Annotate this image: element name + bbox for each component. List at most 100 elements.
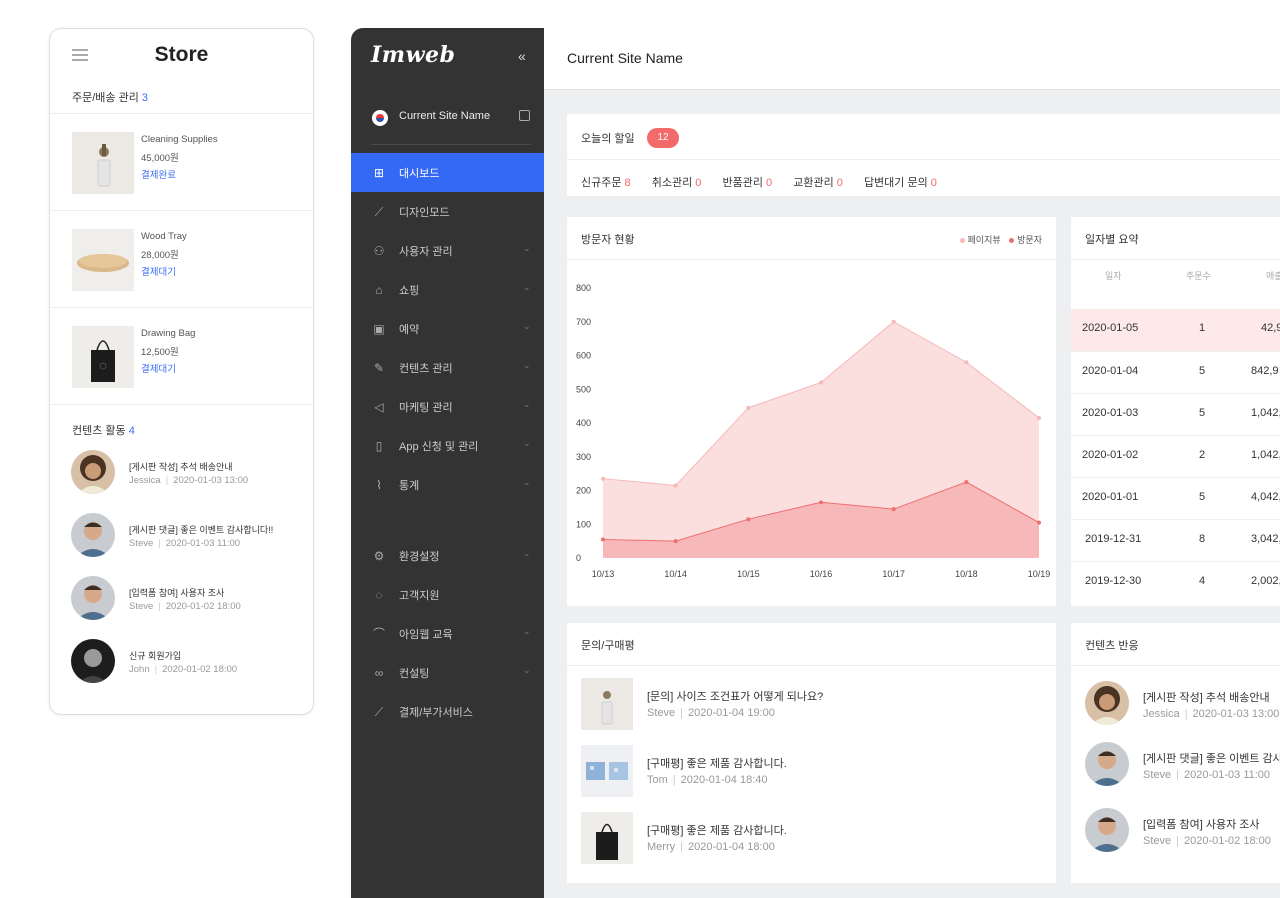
- content-meta: Jessica | 2020-01-03 13:00: [1143, 708, 1279, 720]
- table-row[interactable]: 2019-12-30 4 2,002,: [1071, 561, 1280, 603]
- separator: |: [680, 841, 683, 853]
- activity-item[interactable]: [게시판 댓글] 좋은 이벤트 감사합니다!! Steve | 2020-01-03…: [50, 513, 313, 576]
- inquiry-item[interactable]: [구매평] 좋은 제품 감사합니다. Tom | 2020-01-04 18:40: [581, 745, 1041, 797]
- product-name: Drawing Bag: [141, 328, 196, 339]
- sidebar-item-label: 아임웹 교육: [399, 629, 453, 641]
- stat-pending-inquiries[interactable]: 답변대기 문의 0: [864, 177, 937, 189]
- data-point: [891, 319, 896, 324]
- sidebar-item-settings[interactable]: ⚙ 환경설정 ⌄: [351, 536, 544, 575]
- sidebar-item-education[interactable]: ⌒ 아임웹 교육 ⌄: [351, 614, 544, 653]
- activity-item[interactable]: 신규 회원가입 John | 2020-01-02 18:00: [50, 639, 313, 702]
- table-row[interactable]: 2020-01-03 5 1,042,: [1071, 393, 1280, 435]
- activity-item[interactable]: [입력폼 참여] 사용자 조사 Steve | 2020-01-02 18:00: [50, 576, 313, 639]
- sidebar-item-reservation[interactable]: ▣ 예약 ⌄: [351, 309, 544, 348]
- stat-new-orders[interactable]: 신규주문 8: [581, 177, 631, 189]
- column-header-date: 일자: [1105, 271, 1122, 281]
- mobile-title: Store: [154, 43, 209, 66]
- content-item[interactable]: [입력폼 참여] 사용자 조사 Steve | 2020-01-02 18:00: [1085, 808, 1280, 854]
- content-meta: Steve | 2020-01-02 18:00: [1143, 835, 1271, 847]
- sidebar-item-design-mode[interactable]: ⟋ 디자인모드: [351, 192, 544, 231]
- divider: [567, 159, 1280, 160]
- separator: |: [158, 601, 161, 612]
- data-point: [601, 537, 605, 542]
- sidebar-item-users[interactable]: ⚇ 사용자 관리 ⌄: [351, 231, 544, 270]
- gear-icon: ⚙: [373, 549, 385, 563]
- sidebar-item-content[interactable]: ✎ 컨텐츠 관리 ⌄: [351, 348, 544, 387]
- sidebar-divider: [371, 144, 531, 145]
- sidebar-item-shopping[interactable]: ⌂ 쇼핑 ⌄: [351, 270, 544, 309]
- rocket-icon: ⟋: [374, 705, 384, 719]
- table-row[interactable]: 2020-01-01 5 4,042,: [1071, 477, 1280, 519]
- chevron-down-icon: ⌄: [523, 360, 531, 370]
- product-item[interactable]: Cleaning Supplies 45,000원 결제완료: [50, 113, 313, 210]
- stat-label: 신규주문: [581, 177, 622, 189]
- data-point: [746, 405, 751, 410]
- inquiry-user: Merry: [647, 841, 676, 853]
- activity-text: [입력폼 참여] 사용자 조사: [129, 588, 225, 598]
- inquiry-user: Steve: [647, 707, 676, 719]
- stat-cancellations[interactable]: 취소관리 0: [652, 177, 702, 189]
- activity-item[interactable]: [게시판 작성] 추석 배송안내 Jessica | 2020-01-03 13:0…: [50, 450, 313, 513]
- calendar-icon: ▣: [373, 322, 385, 336]
- data-point: [673, 539, 678, 544]
- imweb-logo[interactable]: Imweb: [371, 42, 455, 68]
- divider: [567, 259, 1056, 260]
- stat-returns[interactable]: 반품관리 0: [722, 177, 772, 189]
- cell-sales: 1,042,: [1251, 407, 1280, 419]
- y-tick-label: 100: [576, 519, 591, 529]
- content-item[interactable]: [게시판 댓글] 좋은 이벤트 감사합니다!! Steve | 2020-01-03…: [1085, 742, 1280, 788]
- top-bar: Current Site Name: [544, 28, 1280, 90]
- y-tick-label: 300: [576, 452, 591, 462]
- stat-value: 8: [624, 177, 631, 189]
- inquiry-item[interactable]: [구매평] 좋은 제품 감사합니다. Merry | 2020-01-04 18:0…: [581, 812, 1041, 864]
- stat-value: 0: [930, 177, 937, 189]
- avatar: [71, 450, 115, 494]
- sidebar-item-label: 환경설정: [399, 551, 440, 563]
- product-status: 결제완료: [141, 170, 176, 181]
- content-text: [게시판 댓글] 좋은 이벤트 감사합니다!!: [1143, 753, 1280, 765]
- mobile-phone-icon: ▯: [375, 439, 383, 453]
- activity-time: 2020-01-02 18:00: [162, 664, 238, 675]
- x-tick-label: 10/19: [1028, 569, 1051, 579]
- sidebar-item-marketing[interactable]: ◁ 마케팅 관리 ⌄: [351, 387, 544, 426]
- collapse-sidebar-icon[interactable]: «: [518, 48, 526, 64]
- user-icon: ⚇: [373, 244, 385, 258]
- sidebar-item-consulting[interactable]: ∞ 컨설팅 ⌄: [351, 653, 544, 692]
- content-item[interactable]: [게시판 작성] 추석 배송안내 Jessica | 2020-01-03 13:0…: [1085, 681, 1280, 727]
- product-item[interactable]: Wood Tray 28,000원 결제대기: [50, 210, 313, 307]
- table-row[interactable]: 2020-01-05 1 42,9: [1071, 309, 1280, 351]
- activity-meta: John | 2020-01-02 18:00: [129, 664, 237, 675]
- avatar: [1085, 742, 1129, 786]
- activity-text: [게시판 작성] 추석 배송안내: [129, 462, 233, 472]
- table-row[interactable]: 2020-01-02 2 1,042,: [1071, 435, 1280, 477]
- site-selector[interactable]: Current Site Name: [351, 90, 544, 144]
- column-header-orders: 주문수: [1186, 271, 1211, 281]
- orders-section-title[interactable]: 주문/배송 관리 3: [50, 79, 313, 113]
- legend-dot-pageview: [959, 237, 965, 243]
- sidebar-item-billing[interactable]: ⟋ 결제/부가서비스: [351, 692, 544, 731]
- sidebar-item-support[interactable]: ◌ 고객지원: [351, 575, 544, 614]
- data-point: [1037, 520, 1041, 525]
- table-row[interactable]: 2019-12-31 8 3,042,: [1071, 519, 1280, 561]
- legend-label-visitor: 방문자: [1017, 235, 1042, 245]
- activity-section-title[interactable]: 컨텐츠 활동 4: [50, 404, 313, 450]
- content-time: 2020-01-03 13:00: [1192, 708, 1280, 720]
- chevron-down-icon: ⌄: [523, 477, 531, 487]
- orders-label: 주문/배송 관리: [72, 92, 139, 104]
- external-link-icon[interactable]: [519, 110, 530, 121]
- stat-exchanges[interactable]: 교환관리 0: [793, 177, 843, 189]
- x-tick-label: 10/13: [592, 569, 615, 579]
- admin-dashboard-window: Imweb « Current Site Name ⊞ 대시보드 ⟋ 디자인모드…: [351, 28, 1280, 898]
- sidebar-item-label: 디자인모드: [399, 207, 450, 219]
- chevron-down-icon: ⌄: [523, 626, 531, 636]
- cell-sales: 3,042,: [1251, 533, 1280, 545]
- product-item[interactable]: Drawing Bag 12,500원 결제대기: [50, 307, 313, 404]
- sidebar-item-statistics[interactable]: ⌇ 통계 ⌄: [351, 465, 544, 504]
- inquiry-item[interactable]: [문의] 사이즈 조건표가 어떻게 되나요? Steve | 2020-01-04 …: [581, 678, 1041, 730]
- sidebar-item-dashboard[interactable]: ⊞ 대시보드: [351, 153, 544, 192]
- cell-sales: 842,9: [1251, 365, 1279, 377]
- inquiry-meta: Steve | 2020-01-04 19:00: [647, 707, 775, 719]
- table-row[interactable]: 2020-01-04 5 842,9: [1071, 351, 1280, 393]
- sidebar-item-app[interactable]: ▯ App 신청 및 관리 ⌄: [351, 426, 544, 465]
- sidebar-item-label: 컨설팅: [399, 668, 430, 680]
